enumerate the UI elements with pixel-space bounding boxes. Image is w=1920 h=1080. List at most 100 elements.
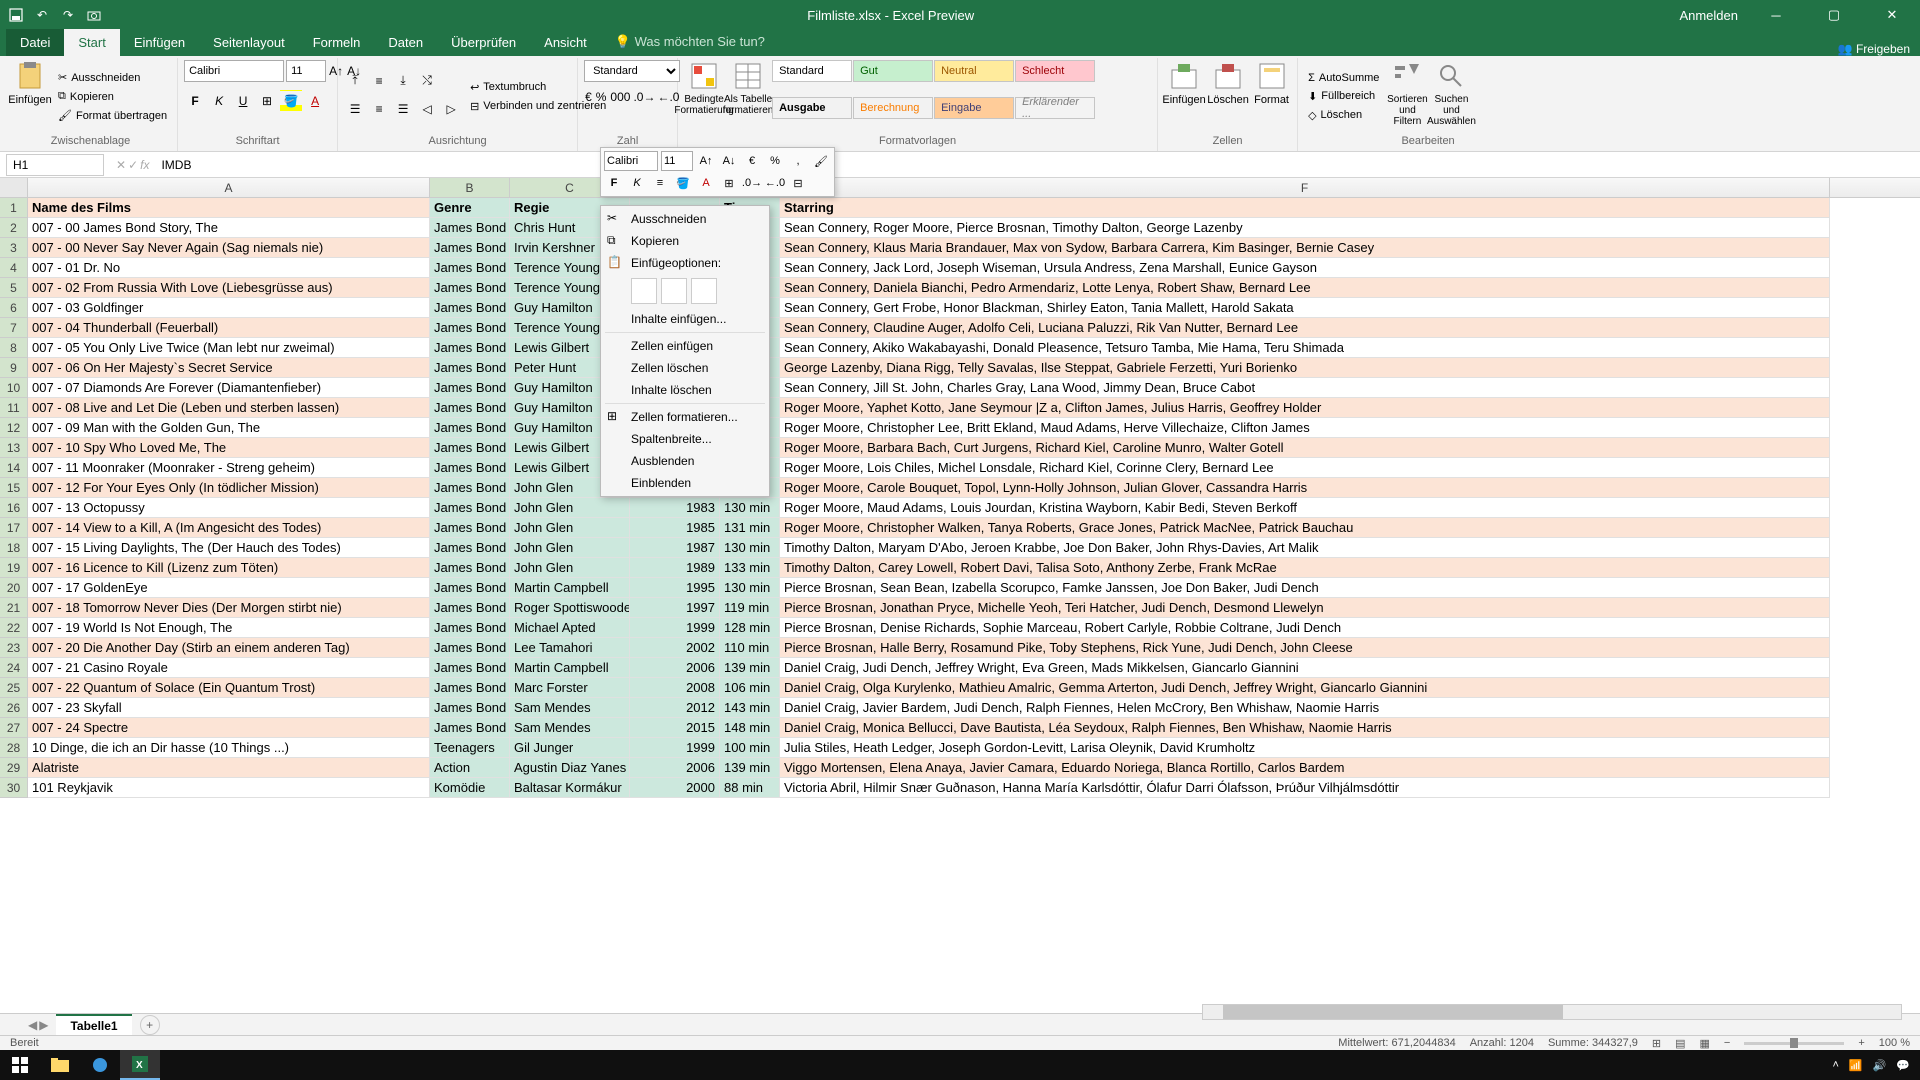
cell[interactable]: 1999 [630,738,720,758]
start-button[interactable] [0,1050,40,1080]
save-icon[interactable] [8,7,24,23]
cell[interactable]: James Bond [430,398,510,418]
cell[interactable]: 007 - 04 Thunderball (Feuerball) [28,318,430,338]
mini-merge-icon[interactable]: ⊟ [788,173,808,193]
spreadsheet-grid[interactable]: A B C D E F 1 Name des Films Genre Regie… [0,178,1920,953]
cell[interactable]: 007 - 15 Living Daylights, The (Der Hauc… [28,538,430,558]
maximize-button[interactable]: ▢ [1814,1,1854,29]
mini-font-color-icon[interactable]: A [696,173,716,193]
cell[interactable]: John Glen [510,538,630,558]
currency-icon[interactable]: € [584,86,593,108]
cell[interactable]: 007 - 09 Man with the Golden Gun, The [28,418,430,438]
cell[interactable]: 100 min [720,738,780,758]
cell[interactable]: Sean Connery, Jack Lord, Joseph Wiseman,… [780,258,1830,278]
cell[interactable]: 1983 [630,498,720,518]
mini-comma-icon[interactable]: , [788,151,808,171]
cell[interactable]: 130 min [720,578,780,598]
italic-button[interactable]: K [208,90,230,112]
cell[interactable]: John Glen [510,558,630,578]
mini-currency-icon[interactable]: € [742,151,762,171]
underline-button[interactable]: U [232,90,254,112]
cell[interactable]: 007 - 22 Quantum of Solace (Ein Quantum … [28,678,430,698]
cell[interactable]: James Bond [430,538,510,558]
cell[interactable]: George Lazenby, Diana Rigg, Telly Savala… [780,358,1830,378]
cell[interactable]: 007 - 18 Tomorrow Never Dies (Der Morgen… [28,598,430,618]
conditional-format-button[interactable]: Bedingte Formatierung [684,60,724,133]
cell[interactable]: 007 - 23 Skyfall [28,698,430,718]
zoom-level[interactable]: 100 % [1879,1037,1910,1049]
cell[interactable]: 2015 [630,718,720,738]
cell[interactable]: James Bond [430,458,510,478]
cell[interactable]: Pierce Brosnan, Jonathan Pryce, Michelle… [780,598,1830,618]
cell[interactable]: 007 - 17 GoldenEye [28,578,430,598]
cell[interactable]: James Bond [430,318,510,338]
tray-sound-icon[interactable]: 🔊 [1873,1059,1887,1072]
cell[interactable]: 007 - 00 James Bond Story, The [28,218,430,238]
cell[interactable]: Roger Moore, Carole Bouquet, Topol, Lynn… [780,478,1830,498]
style-neutral[interactable]: Neutral [934,60,1014,82]
cell[interactable]: Pierce Brosnan, Denise Richards, Sophie … [780,618,1830,638]
cell[interactable]: Gil Junger [510,738,630,758]
close-button[interactable]: ✕ [1872,1,1912,29]
cell[interactable]: 2006 [630,658,720,678]
cell[interactable]: 10 Dinge, die ich an Dir hasse (10 Thing… [28,738,430,758]
mini-format-painter-icon[interactable]: 🖌 [811,151,831,171]
cell[interactable]: 2002 [630,638,720,658]
cell[interactable]: Teenagers [430,738,510,758]
cell[interactable]: 131 min [720,518,780,538]
mini-increase-decimal-icon[interactable]: .0→ [742,173,762,193]
cell[interactable]: 007 - 00 Never Say Never Again (Sag niem… [28,238,430,258]
orientation-icon[interactable]: ⤭ [416,70,438,92]
confirm-formula-icon[interactable]: ✓ [128,158,138,172]
cell[interactable]: 101 Reykjavik [28,778,430,798]
cell[interactable]: Sean Connery, Claudine Auger, Adolfo Cel… [780,318,1830,338]
camera-icon[interactable] [86,7,102,23]
autosum-button[interactable]: ΣAutoSumme [1304,70,1383,86]
tab-review[interactable]: Überprüfen [437,29,530,56]
cell[interactable]: Pierce Brosnan, Halle Berry, Rosamund Pi… [780,638,1830,658]
cell[interactable]: Roger Moore, Barbara Bach, Curt Jurgens,… [780,438,1830,458]
cell[interactable]: 007 - 02 From Russia With Love (Liebesgr… [28,278,430,298]
comma-icon[interactable]: 000 [609,86,631,108]
cell[interactable]: 007 - 11 Moonraker (Moonraker - Streng g… [28,458,430,478]
cell[interactable]: Daniel Craig, Javier Bardem, Judi Dench,… [780,698,1830,718]
cell[interactable]: Sean Connery, Jill St. John, Charles Gra… [780,378,1830,398]
cell[interactable]: James Bond [430,618,510,638]
mini-border-icon[interactable]: ⊞ [719,173,739,193]
cell[interactable]: Marc Forster [510,678,630,698]
insert-cells-button[interactable]: Einfügen [1164,60,1204,133]
cell[interactable]: 130 min [720,498,780,518]
fill-button[interactable]: ⬇Füllbereich [1304,88,1383,105]
cell[interactable]: 007 - 08 Live and Let Die (Leben und ste… [28,398,430,418]
cell[interactable]: 133 min [720,558,780,578]
cut-button[interactable]: ✂Ausschneiden [54,69,171,86]
ctx-column-width[interactable]: Spaltenbreite... [601,428,769,450]
cell[interactable]: Martin Campbell [510,658,630,678]
paste-option-1[interactable] [631,278,657,304]
cell[interactable]: Viggo Mortensen, Elena Anaya, Javier Cam… [780,758,1830,778]
ctx-clear-contents[interactable]: Inhalte löschen [601,379,769,401]
cancel-formula-icon[interactable]: ✕ [116,158,126,172]
cell[interactable]: 007 - 07 Diamonds Are Forever (Diamanten… [28,378,430,398]
cell[interactable]: 007 - 19 World Is Not Enough, The [28,618,430,638]
sort-filter-button[interactable]: Sortieren und Filtern [1387,60,1427,133]
cell[interactable]: Sean Connery, Klaus Maria Brandauer, Max… [780,238,1830,258]
tray-notifications-icon[interactable]: 💬 [1896,1059,1910,1072]
view-normal-icon[interactable]: ⊞ [1652,1037,1661,1050]
select-all-corner[interactable] [0,178,28,197]
tellme-box[interactable]: 💡 Was möchten Sie tun? [601,28,779,56]
style-eingabe[interactable]: Eingabe [934,97,1014,119]
cell[interactable]: 1999 [630,618,720,638]
cell[interactable]: James Bond [430,218,510,238]
percent-icon[interactable]: % [595,86,608,108]
font-size-select[interactable] [286,60,326,82]
cell[interactable]: James Bond [430,418,510,438]
excel-taskbar-button[interactable]: X [120,1050,160,1080]
file-explorer-button[interactable] [40,1050,80,1080]
align-middle-icon[interactable]: ≡ [368,70,390,92]
paste-option-2[interactable] [661,278,687,304]
cell[interactable]: 007 - 10 Spy Who Loved Me, The [28,438,430,458]
tab-layout[interactable]: Seitenlayout [199,29,299,56]
cell[interactable]: Sean Connery, Roger Moore, Pierce Brosna… [780,218,1830,238]
cell[interactable]: 1987 [630,538,720,558]
